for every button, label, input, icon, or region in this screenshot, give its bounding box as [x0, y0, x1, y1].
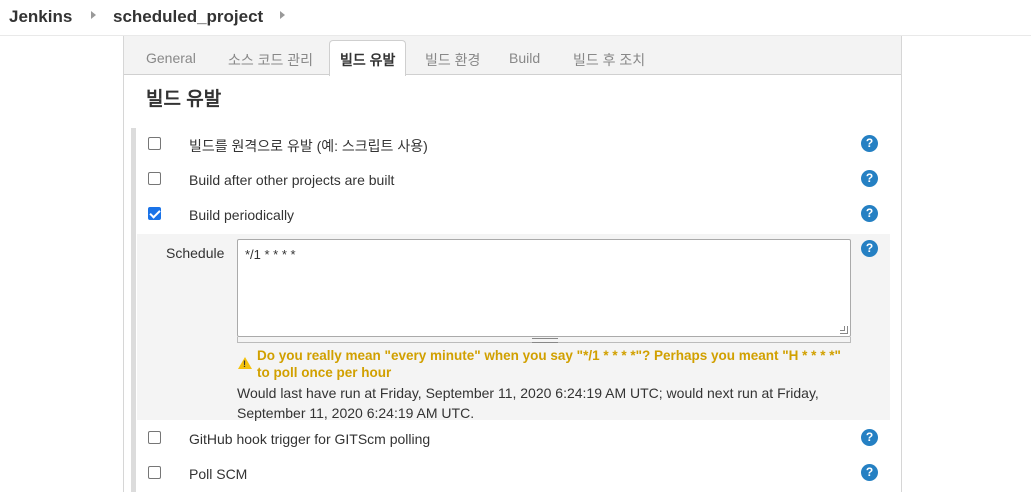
tab-build-environment[interactable]: 빌드 환경: [425, 50, 480, 70]
poll-scm-label[interactable]: Poll SCM: [189, 466, 247, 482]
question-circle-icon[interactable]: ?: [861, 170, 878, 187]
build-periodically-label[interactable]: Build periodically: [189, 207, 294, 223]
tab-bar: General 소스 코드 관리 빌드 유발 빌드 환경 Build 빌드 후 …: [124, 36, 901, 76]
schedule-value[interactable]: */1 * * * *: [245, 247, 296, 262]
textarea-resize-handle[interactable]: [237, 337, 851, 343]
section-indent-bar: [131, 128, 136, 492]
warning-triangle-icon: !: [238, 357, 252, 369]
resize-grip-icon[interactable]: [840, 326, 848, 334]
question-circle-icon[interactable]: ?: [861, 464, 878, 481]
question-circle-icon[interactable]: ?: [861, 135, 878, 152]
build-periodically-checkbox[interactable]: [148, 207, 161, 220]
github-hook-label[interactable]: GitHub hook trigger for GITScm polling: [189, 431, 430, 447]
tab-post-build[interactable]: 빌드 후 조치: [573, 50, 645, 70]
chevron-right-icon[interactable]: [280, 11, 285, 19]
breadcrumb: Jenkins scheduled_project: [0, 0, 1031, 36]
poll-scm-checkbox[interactable]: [148, 466, 161, 479]
tab-source-code[interactable]: 소스 코드 관리: [228, 50, 313, 70]
after-other-projects-checkbox[interactable]: [148, 172, 161, 185]
question-circle-icon[interactable]: ?: [861, 429, 878, 446]
schedule-label: Schedule: [166, 245, 225, 261]
after-other-projects-label[interactable]: Build after other projects are built: [189, 172, 394, 188]
tab-build[interactable]: Build: [509, 50, 540, 66]
schedule-block: Schedule */1 * * * * ! Do you really mea…: [137, 234, 890, 421]
chevron-right-icon[interactable]: [91, 11, 96, 19]
schedule-run-info: Would last have run at Friday, September…: [237, 385, 819, 421]
remote-trigger-label[interactable]: 빌드를 원격으로 유발 (예: 스크립트 사용): [189, 136, 428, 156]
config-panel: General 소스 코드 관리 빌드 유발 빌드 환경 Build 빌드 후 …: [123, 36, 902, 492]
breadcrumb-project[interactable]: scheduled_project: [113, 7, 263, 27]
tab-general[interactable]: General: [146, 50, 196, 66]
remote-trigger-checkbox[interactable]: [148, 137, 161, 150]
schedule-warning: Do you really mean "every minute" when y…: [257, 348, 841, 380]
breadcrumb-jenkins[interactable]: Jenkins: [9, 7, 72, 27]
question-circle-icon[interactable]: ?: [861, 240, 878, 257]
schedule-textarea[interactable]: */1 * * * *: [237, 239, 851, 337]
section-title: 빌드 유발: [146, 89, 222, 110]
tab-build-triggers[interactable]: 빌드 유발: [329, 40, 407, 76]
question-circle-icon[interactable]: ?: [861, 205, 878, 222]
github-hook-checkbox[interactable]: [148, 431, 161, 444]
